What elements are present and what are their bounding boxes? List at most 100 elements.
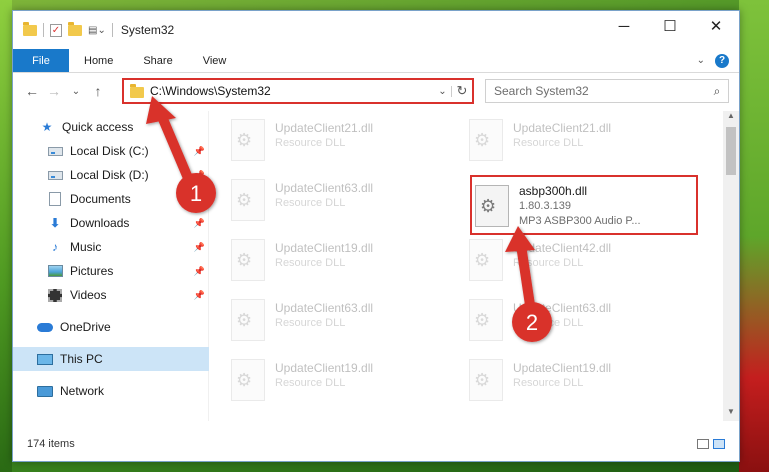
- file-name: UpdateClient42.dll: [513, 241, 612, 255]
- sidebar-item-label: OneDrive: [60, 320, 111, 334]
- forward-button[interactable]: →: [43, 83, 65, 99]
- dll-file-icon: [469, 359, 503, 401]
- tab-home[interactable]: Home: [69, 49, 128, 72]
- address-bar[interactable]: C:\Windows\System32 ⌄ ↻: [122, 78, 474, 104]
- file-item[interactable]: UpdateClient21.dll Resource DLL: [225, 115, 455, 167]
- dll-file-icon: [231, 119, 265, 161]
- sidebar-item-label: Documents: [70, 192, 131, 206]
- file-type: Resource DLL: [275, 317, 346, 329]
- up-button[interactable]: ↑: [87, 83, 109, 99]
- maximize-button[interactable]: ☐: [647, 11, 693, 41]
- new-folder-icon[interactable]: [68, 22, 82, 37]
- close-button[interactable]: ✕: [693, 11, 739, 41]
- dll-file-icon: [469, 299, 503, 341]
- dll-file-icon: [231, 359, 265, 401]
- file-item[interactable]: UpdateClient19.dll Resource DLL: [225, 235, 455, 287]
- sidebar-item-quick-access[interactable]: ★ Quick access: [13, 115, 209, 139]
- ribbon-controls: ⌄ ?: [697, 49, 739, 72]
- large-icons-view-icon[interactable]: [713, 439, 725, 449]
- videos-icon: [47, 288, 63, 302]
- file-type: Resource DLL: [513, 137, 584, 149]
- file-item[interactable]: UpdateClient63.dll Resource DLL: [225, 175, 455, 227]
- tab-view[interactable]: View: [188, 49, 242, 72]
- file-name: UpdateClient19.dll: [275, 241, 374, 255]
- minimize-button[interactable]: ─: [601, 11, 647, 41]
- address-path[interactable]: C:\Windows\System32: [150, 84, 434, 98]
- search-input[interactable]: Search System32: [494, 84, 706, 98]
- sidebar-item-network[interactable]: Network: [13, 379, 209, 403]
- file-item[interactable]: UpdateClient63.dll Resource DLL: [225, 295, 455, 347]
- scroll-thumb[interactable]: [726, 127, 736, 175]
- file-type: Resource DLL: [513, 377, 584, 389]
- star-icon: ★: [41, 120, 53, 134]
- download-icon: ⬇: [49, 216, 61, 230]
- desktop-wallpaper-left: [0, 0, 12, 472]
- vertical-scrollbar[interactable]: ▲ ▼: [723, 111, 739, 421]
- pin-icon[interactable]: 📌: [194, 170, 205, 181]
- ribbon-tabs: File Home Share View ⌄ ?: [13, 49, 739, 73]
- file-type: Resource DLL: [275, 137, 346, 149]
- pin-icon[interactable]: 📌: [194, 146, 205, 157]
- file-explorer-window: ✓ ▤⌄ System32 ─ ☐ ✕ File Home Share View…: [12, 10, 740, 462]
- file-type: Resource DLL: [275, 257, 346, 269]
- refresh-button[interactable]: ↻: [452, 83, 472, 99]
- search-icon: ⌕: [713, 83, 721, 98]
- file-type: Resource DLL: [513, 257, 584, 269]
- file-name: UpdateClient19.dll: [513, 361, 612, 375]
- sidebar-item-documents[interactable]: Documents 📌: [13, 187, 209, 211]
- file-list: UpdateClient21.dll Resource DLL UpdateCl…: [213, 111, 723, 421]
- dll-file-icon: [231, 239, 265, 281]
- sidebar-item-local-disk-c[interactable]: Local Disk (C:) 📌: [13, 139, 209, 163]
- customize-toolbar-icon[interactable]: ▤⌄: [88, 25, 106, 36]
- computer-icon: [37, 352, 53, 366]
- window-title: System32: [120, 23, 175, 37]
- file-item[interactable]: UpdateClient21.dll Resource DLL: [463, 115, 693, 167]
- file-name: UpdateClient63.dll: [275, 181, 374, 195]
- navigation-pane: ★ Quick access Local Disk (C:) 📌 Local D…: [13, 111, 209, 421]
- tab-file[interactable]: File: [13, 49, 69, 72]
- help-icon[interactable]: ?: [715, 53, 729, 68]
- sidebar-item-downloads[interactable]: ⬇ Downloads 📌: [13, 211, 209, 235]
- file-name: UpdateClient21.dll: [513, 121, 612, 135]
- sidebar-item-onedrive[interactable]: OneDrive: [13, 315, 209, 339]
- sidebar-item-videos[interactable]: Videos 📌: [13, 283, 209, 307]
- sidebar-item-pictures[interactable]: Pictures 📌: [13, 259, 209, 283]
- file-item[interactable]: UpdateClient19.dll Resource DLL: [225, 355, 455, 407]
- dll-file-icon: [469, 239, 503, 281]
- recent-locations-button[interactable]: ⌄: [65, 86, 87, 97]
- sidebar-item-local-disk-d[interactable]: Local Disk (D:) 📌: [13, 163, 209, 187]
- pin-icon[interactable]: 📌: [194, 242, 205, 253]
- details-view-icon[interactable]: [697, 439, 709, 449]
- sidebar-item-this-pc[interactable]: This PC: [13, 347, 209, 371]
- file-type: Resource DLL: [513, 317, 584, 329]
- search-box[interactable]: Search System32 ⌕: [485, 79, 729, 103]
- sidebar-item-label: Music: [70, 240, 102, 254]
- pin-icon[interactable]: 📌: [194, 290, 205, 301]
- file-item[interactable]: UpdateClient19.dll Resource DLL: [463, 355, 693, 407]
- properties-icon[interactable]: ✓: [50, 23, 62, 37]
- cloud-icon: [37, 320, 53, 334]
- folder-icon: [23, 22, 37, 37]
- scroll-up-icon[interactable]: ▲: [723, 111, 739, 125]
- sidebar-item-music[interactable]: ♪ Music 📌: [13, 235, 209, 259]
- sidebar-item-label: Pictures: [70, 264, 114, 278]
- file-item[interactable]: UpdateClient42.dll Resource DLL: [463, 235, 693, 287]
- toolbar-divider: [111, 23, 113, 37]
- tab-share[interactable]: Share: [128, 49, 187, 72]
- pin-icon[interactable]: 📌: [194, 218, 205, 229]
- sidebar-item-label: Network: [60, 384, 105, 398]
- pictures-icon: [47, 264, 63, 278]
- sidebar-item-label: Quick access: [62, 120, 134, 134]
- back-button[interactable]: ←: [21, 83, 43, 99]
- file-name: UpdateClient21.dll: [275, 121, 374, 135]
- file-item[interactable]: UpdateClient63.dll Resource DLL: [463, 295, 693, 347]
- pin-icon[interactable]: 📌: [194, 266, 205, 277]
- address-dropdown-button[interactable]: ⌄: [434, 85, 452, 97]
- selected-file-highlight: [470, 175, 698, 235]
- scroll-down-icon[interactable]: ▼: [723, 407, 739, 421]
- drive-icon: [47, 168, 63, 182]
- item-count: 174 items: [27, 438, 75, 450]
- status-bar: 174 items: [13, 425, 739, 461]
- pin-icon[interactable]: 📌: [194, 194, 205, 205]
- expand-ribbon-icon[interactable]: ⌄: [697, 55, 705, 66]
